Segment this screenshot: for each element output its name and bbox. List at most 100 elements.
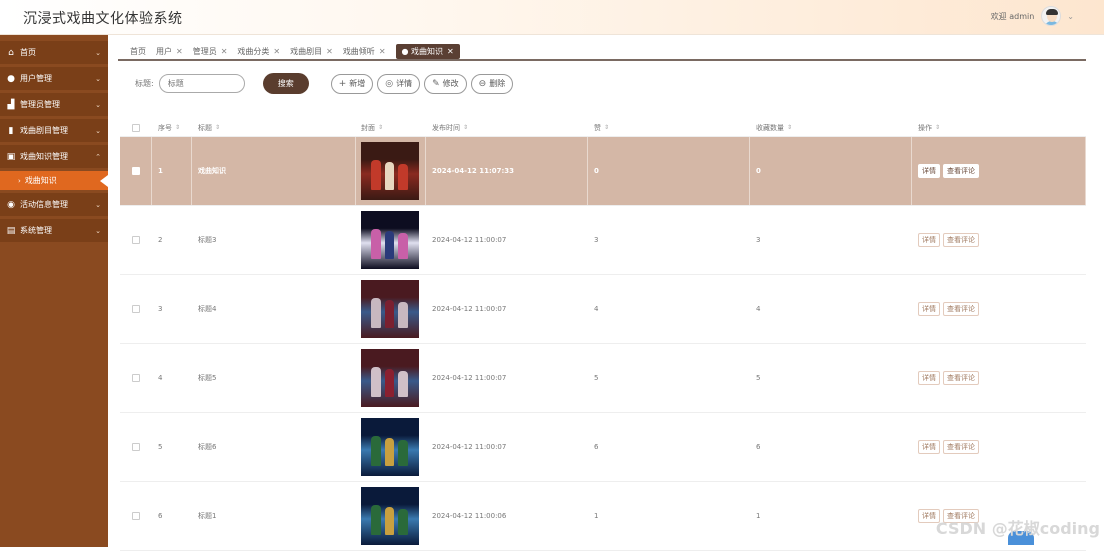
- sidebar-subitem-knowledge[interactable]: ›戏曲知识: [0, 171, 108, 190]
- tab-0[interactable]: 首页: [130, 46, 146, 57]
- close-icon[interactable]: ✕: [221, 47, 228, 56]
- chevron-down-icon[interactable]: ⌄: [1067, 12, 1074, 21]
- row-checkbox[interactable]: [132, 443, 140, 451]
- column-header-label: 操作: [918, 123, 932, 133]
- row-comments-button[interactable]: 查看评论: [943, 371, 979, 385]
- avatar[interactable]: [1041, 6, 1061, 26]
- cover-figure: [371, 367, 381, 397]
- sidebar-item-2[interactable]: ▟管理员管理⌄: [0, 93, 108, 116]
- tab-3[interactable]: 戏曲分类✕: [237, 46, 280, 57]
- sidebar-item-label: 戏曲知识管理: [20, 151, 68, 162]
- row-select-cell[interactable]: [120, 137, 152, 205]
- table-row[interactable]: 2标题32024-04-12 11:00:0733详情查看评论: [120, 206, 1086, 275]
- row-number: 6: [152, 482, 192, 550]
- welcome-text: 欢迎 admin: [991, 11, 1035, 22]
- title-search-input[interactable]: [159, 74, 245, 93]
- row-detail-button[interactable]: 详情: [918, 302, 940, 316]
- cover-image[interactable]: [361, 418, 419, 476]
- tab-1[interactable]: 用户✕: [156, 46, 183, 57]
- table-row[interactable]: 3标题42024-04-12 11:00:0744详情查看评论: [120, 275, 1086, 344]
- column-header[interactable]: 发布时间⇕: [426, 119, 588, 137]
- close-icon[interactable]: ✕: [447, 47, 454, 56]
- cover-figure: [371, 298, 381, 328]
- row-likes: 5: [588, 344, 750, 412]
- row-detail-button[interactable]: 详情: [918, 233, 940, 247]
- sort-icon[interactable]: ⇕: [935, 124, 940, 131]
- tab-6[interactable]: ● 戏曲知识✕: [396, 44, 460, 59]
- row-checkbox[interactable]: [132, 236, 140, 244]
- row-comments-button[interactable]: 查看评论: [943, 233, 979, 247]
- table-row[interactable]: 1戏曲知识2024-04-12 11:07:3300详情查看评论: [120, 137, 1086, 206]
- row-select-cell[interactable]: [120, 344, 152, 412]
- close-icon[interactable]: ✕: [176, 47, 183, 56]
- row-checkbox[interactable]: [132, 512, 140, 520]
- select-all-cell[interactable]: [120, 119, 152, 137]
- tab-5[interactable]: 戏曲倾听✕: [343, 46, 386, 57]
- row-favorites: 1: [750, 482, 912, 550]
- column-header-label: 封面: [361, 123, 375, 133]
- cover-figure: [371, 160, 381, 190]
- column-header[interactable]: 序号⇕: [152, 119, 192, 137]
- sort-icon[interactable]: ⇕: [604, 124, 609, 131]
- row-comments-button[interactable]: 查看评论: [943, 302, 979, 316]
- row-checkbox[interactable]: [132, 305, 140, 313]
- cover-image[interactable]: [361, 349, 419, 407]
- column-header[interactable]: 赞⇕: [588, 119, 750, 137]
- row-detail-button[interactable]: 详情: [918, 164, 940, 178]
- cover-figure: [398, 371, 408, 397]
- add-button[interactable]: + 新增: [331, 74, 374, 94]
- row-time-text: 2024-04-12 11:00:07: [432, 374, 506, 382]
- row-likes: 3: [588, 206, 750, 274]
- edit-button[interactable]: ✎ 修改: [424, 74, 467, 94]
- sort-icon[interactable]: ⇕: [378, 124, 383, 131]
- row-select-cell[interactable]: [120, 275, 152, 343]
- row-detail-button[interactable]: 详情: [918, 371, 940, 385]
- cover-image[interactable]: [361, 142, 419, 200]
- row-select-cell[interactable]: [120, 482, 152, 550]
- row-checkbox[interactable]: [132, 374, 140, 382]
- row-time: 2024-04-12 11:07:33: [426, 137, 588, 205]
- user-menu[interactable]: 欢迎 admin ⌄: [991, 6, 1074, 26]
- detail-button[interactable]: ◎ 详情: [377, 74, 420, 94]
- sidebar-item-1[interactable]: ●用户管理⌄: [0, 67, 108, 90]
- row-title-text: 标题1: [198, 511, 216, 521]
- chevron-icon: ⌄: [95, 201, 101, 209]
- close-icon[interactable]: ✕: [379, 47, 386, 56]
- row-cover: [356, 206, 426, 274]
- sort-icon[interactable]: ⇕: [787, 124, 792, 131]
- sidebar-item-5[interactable]: ◉活动信息管理⌄: [0, 193, 108, 216]
- tab-4[interactable]: 戏曲剧目✕: [290, 46, 333, 57]
- sidebar-item-0[interactable]: ⌂首页⌄: [0, 41, 108, 64]
- close-icon[interactable]: ✕: [326, 47, 333, 56]
- search-toolbar: 标题: 搜索 + 新增 ◎ 详情 ✎ 修改 ⊖ 删除: [135, 73, 513, 94]
- row-checkbox[interactable]: [132, 167, 140, 175]
- action-group: 详情查看评论: [918, 233, 979, 247]
- table-row[interactable]: 5标题62024-04-12 11:00:0766详情查看评论: [120, 413, 1086, 482]
- select-all-checkbox[interactable]: [132, 124, 140, 132]
- tab-2[interactable]: 管理员✕: [193, 46, 228, 57]
- sidebar-item-3[interactable]: ▮戏曲剧目管理⌄: [0, 119, 108, 142]
- sort-icon[interactable]: ⇕: [463, 124, 468, 131]
- sidebar-item-6[interactable]: ▤系统管理⌄: [0, 219, 108, 242]
- row-comments-button[interactable]: 查看评论: [943, 440, 979, 454]
- cover-image[interactable]: [361, 280, 419, 338]
- row-select-cell[interactable]: [120, 413, 152, 481]
- row-comments-button[interactable]: 查看评论: [943, 164, 979, 178]
- column-header[interactable]: 收藏数量⇕: [750, 119, 912, 137]
- row-detail-button[interactable]: 详情: [918, 440, 940, 454]
- column-header[interactable]: 标题⇕: [192, 119, 356, 137]
- tab-label: ● 戏曲知识: [402, 46, 444, 57]
- sort-icon[interactable]: ⇕: [175, 124, 180, 131]
- table-row[interactable]: 4标题52024-04-12 11:00:0755详情查看评论: [120, 344, 1086, 413]
- row-time-text: 2024-04-12 11:00:07: [432, 305, 506, 313]
- cover-image[interactable]: [361, 211, 419, 269]
- row-number-text: 6: [158, 512, 162, 520]
- search-button[interactable]: 搜索: [263, 73, 309, 94]
- delete-button[interactable]: ⊖ 删除: [471, 74, 514, 94]
- sidebar-item-4[interactable]: ▣戏曲知识管理⌃: [0, 145, 108, 168]
- close-icon[interactable]: ✕: [273, 47, 280, 56]
- sort-icon[interactable]: ⇕: [215, 124, 220, 131]
- row-number: 2: [152, 206, 192, 274]
- row-select-cell[interactable]: [120, 206, 152, 274]
- cover-image[interactable]: [361, 487, 419, 545]
